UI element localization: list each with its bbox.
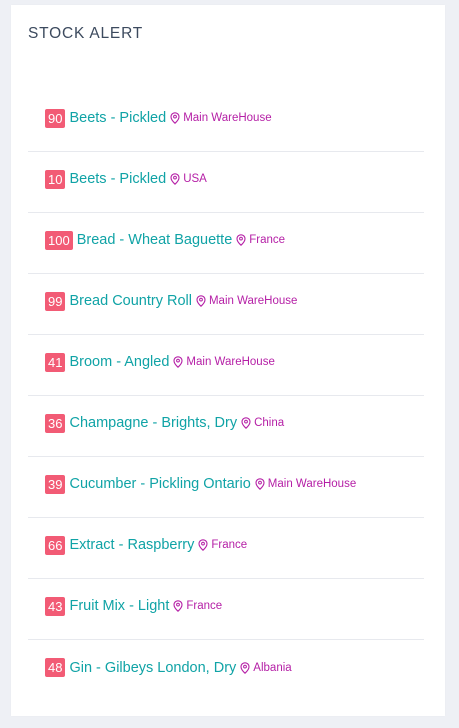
- list-item: 36 Champagne - Brights, Dry China: [28, 396, 424, 457]
- product-link[interactable]: Fruit Mix - Light: [69, 598, 169, 614]
- map-pin-icon: [173, 356, 183, 368]
- product-link[interactable]: Broom - Angled: [69, 354, 169, 370]
- quantity-badge: 100: [45, 230, 73, 250]
- location-label: Main WareHouse: [267, 478, 357, 490]
- product-link[interactable]: Extract - Raspberry: [69, 537, 194, 553]
- list-item: 48 Gin - Gilbeys London, Dry Albania: [28, 640, 424, 701]
- product-link[interactable]: Bread Country Roll: [69, 293, 192, 309]
- location-tag: Main WareHouse: [255, 478, 356, 490]
- product-link[interactable]: Bread - Wheat Baguette: [77, 232, 233, 248]
- map-pin-icon: [173, 600, 183, 612]
- location-tag: France: [236, 234, 285, 246]
- location-tag: Main WareHouse: [196, 295, 297, 307]
- product-link[interactable]: Beets - Pickled: [69, 171, 166, 187]
- location-label: Albania: [253, 661, 292, 674]
- list-item: 99 Bread Country Roll Main WareHouse: [28, 274, 424, 335]
- location-tag: Main WareHouse: [173, 356, 275, 368]
- map-pin-icon: [198, 539, 208, 551]
- location-label: France: [186, 600, 223, 612]
- quantity-badge: 99: [45, 291, 66, 311]
- location-tag: France: [173, 600, 222, 612]
- product-link[interactable]: Beets - Pickled: [69, 110, 166, 126]
- location-label: Main WareHouse: [183, 112, 272, 124]
- quantity-badge: 66: [45, 535, 66, 555]
- location-label: China: [254, 417, 285, 429]
- list-item: 100 Bread - Wheat Baguette France: [28, 213, 424, 274]
- stock-alert-card: STOCK ALERT 90 Beets - Pickled Main Ware…: [11, 5, 445, 716]
- list-item: 43 Fruit Mix - Light France: [28, 579, 424, 640]
- location-label: Main WareHouse: [208, 295, 298, 307]
- quantity-badge: 10: [45, 169, 66, 189]
- quantity-badge: 43: [45, 596, 66, 616]
- list-item: 10 Beets - Pickled USA: [28, 152, 424, 213]
- product-link[interactable]: Cucumber - Pickling Ontario: [69, 476, 250, 492]
- map-pin-icon: [255, 478, 265, 490]
- product-link[interactable]: Gin - Gilbeys London, Dry: [69, 660, 236, 676]
- map-pin-icon: [196, 295, 206, 307]
- location-tag: Main WareHouse: [170, 112, 272, 124]
- quantity-badge: 48: [45, 658, 66, 677]
- list-item: 66 Extract - Raspberry France: [28, 518, 424, 579]
- map-pin-icon: [241, 417, 251, 429]
- list-item: 41 Broom - Angled Main WareHouse: [28, 335, 424, 396]
- quantity-badge: 41: [45, 352, 66, 372]
- list-item: 39 Cucumber - Pickling Ontario Main Ware…: [28, 457, 424, 518]
- location-tag: USA: [170, 173, 207, 185]
- location-label: France: [211, 539, 248, 551]
- quantity-badge: 39: [45, 474, 66, 494]
- stock-alert-list: 90 Beets - Pickled Main WareHouse 10 Bee…: [28, 91, 424, 701]
- location-tag: Albania: [240, 661, 292, 674]
- location-label: USA: [183, 173, 207, 185]
- quantity-badge: 36: [45, 413, 66, 433]
- location-tag: France: [198, 539, 247, 551]
- location-tag: China: [241, 417, 284, 429]
- location-label: France: [249, 234, 286, 246]
- list-item: 90 Beets - Pickled Main WareHouse: [28, 91, 424, 152]
- map-pin-icon: [240, 661, 250, 674]
- map-pin-icon: [170, 112, 180, 124]
- quantity-badge: 90: [45, 108, 66, 128]
- map-pin-icon: [236, 234, 246, 246]
- card-title: STOCK ALERT: [28, 25, 144, 42]
- map-pin-icon: [170, 173, 180, 185]
- product-link[interactable]: Champagne - Brights, Dry: [69, 415, 237, 431]
- location-label: Main WareHouse: [186, 356, 275, 368]
